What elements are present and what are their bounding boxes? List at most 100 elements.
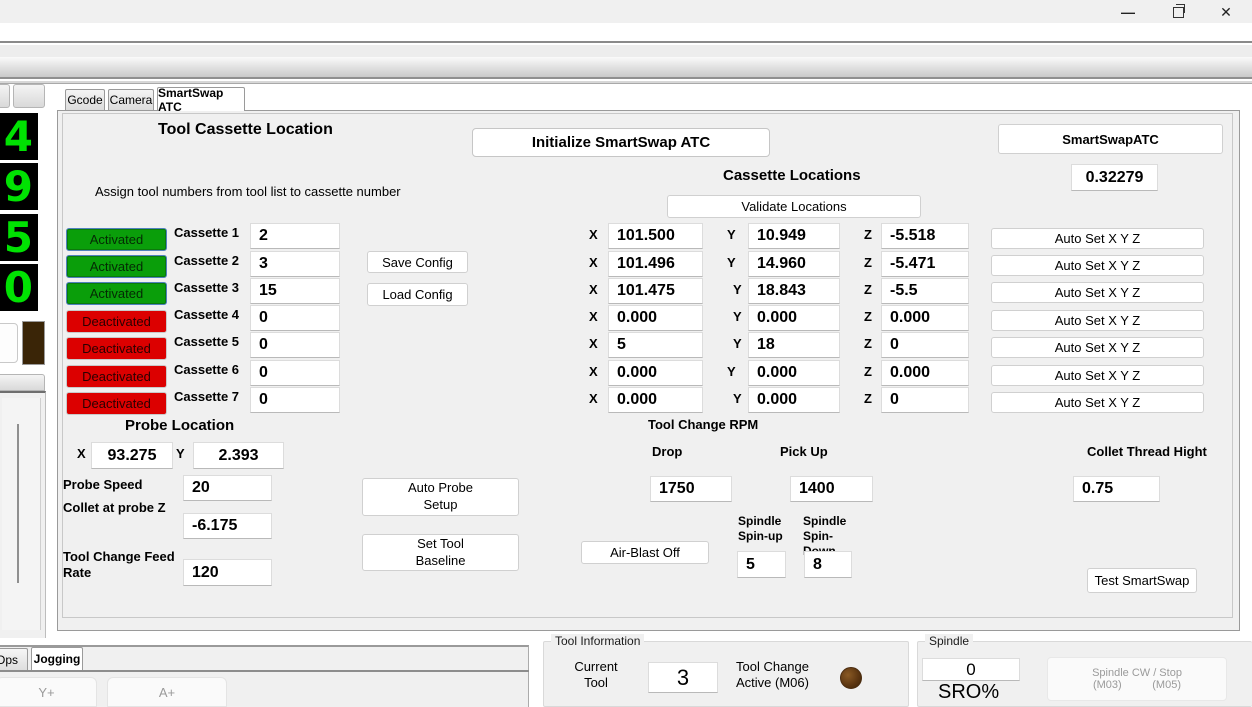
cassette-4-auto-set-button[interactable]: Auto Set X Y Z — [991, 310, 1204, 331]
cassette-2-y-field[interactable] — [748, 251, 840, 277]
save-config-button[interactable]: Save Config — [367, 251, 468, 273]
cassette-3-y-field[interactable] — [748, 278, 840, 304]
tab-camera[interactable]: Camera — [108, 89, 154, 110]
pickup-label: Pick Up — [780, 444, 828, 459]
spin-down-field[interactable] — [804, 551, 852, 578]
collet-at-probe-z-field[interactable] — [183, 513, 272, 539]
cassette-3-label: Cassette 3 — [174, 280, 239, 295]
cassette-5-auto-set-button[interactable]: Auto Set X Y Z — [991, 337, 1204, 358]
cassette-7-z-field[interactable] — [881, 387, 969, 413]
tab-smartswap-atc[interactable]: SmartSwap ATC — [157, 87, 245, 111]
jog-a-plus-button[interactable]: A+ — [107, 677, 227, 707]
sro-value-field[interactable]: 0 — [922, 658, 1020, 681]
z-axis-label: Z — [864, 227, 872, 242]
set-tool-baseline-button[interactable]: Set Tool Baseline — [362, 534, 519, 571]
smartswap-value-field[interactable]: 0.32279 — [1071, 164, 1158, 191]
cassette-1-auto-set-button[interactable]: Auto Set X Y Z — [991, 228, 1204, 249]
left-cap-button-2[interactable] — [13, 84, 45, 108]
cassette-1-status-button[interactable]: Activated — [66, 228, 167, 251]
cassette-3-x-field[interactable] — [608, 278, 703, 304]
collet-thread-hight-field[interactable] — [1073, 476, 1160, 502]
spin-up-field[interactable] — [737, 551, 786, 578]
tool-change-feed-rate-label: Tool Change Feed Rate — [63, 549, 175, 582]
tool-change-rpm-header: Tool Change RPM — [648, 417, 758, 432]
tab-ops[interactable]: Ops — [0, 648, 28, 670]
menu-band — [0, 23, 1252, 43]
probe-x-field[interactable] — [91, 442, 173, 469]
tool-change-feed-rate-field[interactable] — [183, 559, 272, 586]
cassette-4-z-field[interactable] — [881, 305, 969, 331]
cassette-4-status-button[interactable]: Deactivated — [66, 310, 167, 333]
dro-readout-1: 4 — [0, 113, 38, 160]
drop-rpm-field[interactable] — [650, 476, 732, 502]
cassette-3-status-button[interactable]: Activated — [66, 282, 167, 305]
tab-jogging[interactable]: Jogging — [31, 647, 83, 670]
current-tool-label: Current Tool — [565, 659, 627, 692]
cassette-2-auto-set-button[interactable]: Auto Set X Y Z — [991, 255, 1204, 276]
cassette-3-auto-set-button[interactable]: Auto Set X Y Z — [991, 282, 1204, 303]
cassette-6-auto-set-button[interactable]: Auto Set X Y Z — [991, 365, 1204, 386]
cassette-2-z-field[interactable] — [881, 251, 969, 277]
pickup-rpm-field[interactable] — [790, 476, 873, 502]
spindle-cw-stop-button[interactable]: Spindle CW / Stop (M03) (M05) — [1047, 657, 1227, 701]
load-config-button[interactable]: Load Config — [367, 283, 468, 306]
cassette-5-tool-input[interactable] — [250, 332, 340, 358]
cassette-7-tool-input[interactable] — [250, 387, 340, 413]
restore-icon — [1173, 7, 1184, 18]
cassette-2-tool-input[interactable] — [250, 251, 340, 277]
cassette-1-x-field[interactable] — [608, 223, 703, 249]
cassette-6-tool-input[interactable] — [250, 360, 340, 386]
cassette-1-z-field[interactable] — [881, 223, 969, 249]
test-smartswap-button[interactable]: Test SmartSwap — [1087, 568, 1197, 593]
left-lower-cap — [0, 374, 45, 391]
probe-location-header: Probe Location — [125, 417, 234, 434]
spindle-spin-up-label: Spindle Spin-up — [738, 514, 790, 544]
cassette-7-y-field[interactable] — [748, 387, 840, 413]
y-axis-label: Y — [733, 309, 742, 324]
probe-y-field[interactable] — [193, 442, 284, 469]
cassette-4-x-field[interactable] — [608, 305, 703, 331]
close-button[interactable]: ✕ — [1211, 3, 1241, 21]
cassette-7-auto-set-button[interactable]: Auto Set X Y Z — [991, 392, 1204, 413]
auto-probe-setup-button[interactable]: Auto Probe Setup — [362, 478, 519, 516]
cassette-6-status-button[interactable]: Deactivated — [66, 365, 167, 388]
tool-change-active-led — [840, 667, 862, 689]
cassette-6-x-field[interactable] — [608, 360, 703, 386]
cassette-1-y-field[interactable] — [748, 223, 840, 249]
dro-readout-3: 5 — [0, 214, 38, 261]
minimize-button[interactable]: — — [1113, 3, 1143, 21]
validate-locations-button[interactable]: Validate Locations — [667, 195, 921, 218]
probe-speed-label: Probe Speed — [63, 477, 142, 492]
z-axis-label: Z — [864, 309, 872, 324]
cassette-1-tool-input[interactable] — [250, 223, 340, 249]
dro-readout-2: 9 — [0, 163, 38, 210]
cassette-6-y-field[interactable] — [748, 360, 840, 386]
restore-button[interactable] — [1163, 3, 1193, 21]
smartswapatc-button[interactable]: SmartSwapATC — [998, 124, 1223, 154]
cassette-3-tool-input[interactable] — [250, 278, 340, 304]
left-white-swatch[interactable] — [0, 323, 18, 363]
cassette-3-z-field[interactable] — [881, 278, 969, 304]
initialize-smartswap-button[interactable]: Initialize SmartSwap ATC — [472, 128, 770, 157]
cassette-5-x-field[interactable] — [608, 332, 703, 358]
cassette-7-x-field[interactable] — [608, 387, 703, 413]
cassette-7-status-button[interactable]: Deactivated — [66, 392, 167, 415]
x-axis-label: X — [589, 227, 598, 242]
slider-track[interactable] — [17, 424, 19, 583]
jog-y-plus-button[interactable]: Y+ — [0, 677, 97, 707]
brown-color-swatch[interactable] — [22, 321, 45, 365]
cassette-4-y-field[interactable] — [748, 305, 840, 331]
drop-label: Drop — [652, 444, 682, 459]
y-axis-label: Y — [727, 227, 736, 242]
cassette-5-status-button[interactable]: Deactivated — [66, 337, 167, 360]
cassette-5-y-field[interactable] — [748, 332, 840, 358]
cassette-2-x-field[interactable] — [608, 251, 703, 277]
cassette-5-z-field[interactable] — [881, 332, 969, 358]
left-cap-button[interactable] — [0, 84, 10, 108]
cassette-6-z-field[interactable] — [881, 360, 969, 386]
cassette-2-status-button[interactable]: Activated — [66, 255, 167, 278]
cassette-4-tool-input[interactable] — [250, 305, 340, 331]
probe-speed-field[interactable] — [183, 475, 272, 501]
tab-gcode[interactable]: Gcode — [65, 89, 105, 110]
air-blast-button[interactable]: Air-Blast Off — [581, 541, 709, 564]
